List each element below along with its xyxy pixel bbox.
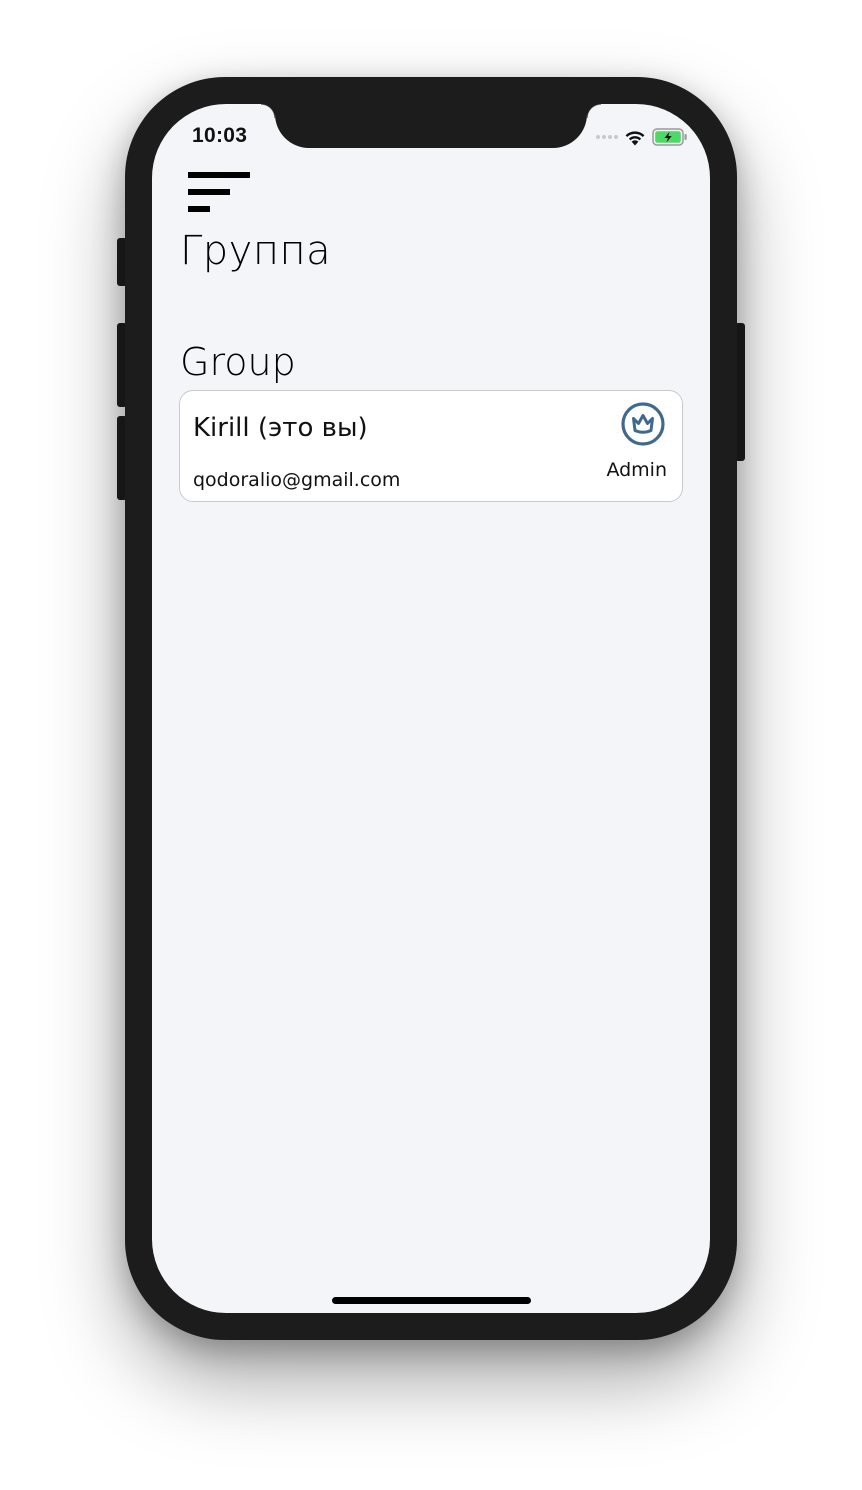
status-icons [596, 126, 688, 148]
signal-dots-icon [596, 135, 618, 139]
battery-charging-icon [652, 128, 687, 146]
notch [261, 104, 601, 148]
device-stage: 10:03 Группа Group Kirill (это вы) qodor… [0, 0, 862, 1490]
page-title: Группа [180, 228, 332, 274]
crown-icon [621, 402, 665, 446]
section-title: Group [180, 340, 296, 384]
member-email: qodoralio@gmail.com [193, 469, 401, 491]
wifi-icon [625, 130, 645, 145]
member-name: Kirill (это вы) [193, 413, 368, 443]
app-screen: 10:03 Группа Group Kirill (это вы) qodor… [152, 104, 710, 1313]
member-card[interactable]: Kirill (это вы) qodoralio@gmail.com Admi… [179, 390, 683, 502]
role-label: Admin [606, 459, 667, 481]
home-indicator[interactable] [332, 1297, 531, 1304]
menu-icon[interactable] [188, 172, 252, 216]
status-time: 10:03 [192, 124, 248, 147]
phone-frame: 10:03 Группа Group Kirill (это вы) qodor… [125, 77, 737, 1340]
